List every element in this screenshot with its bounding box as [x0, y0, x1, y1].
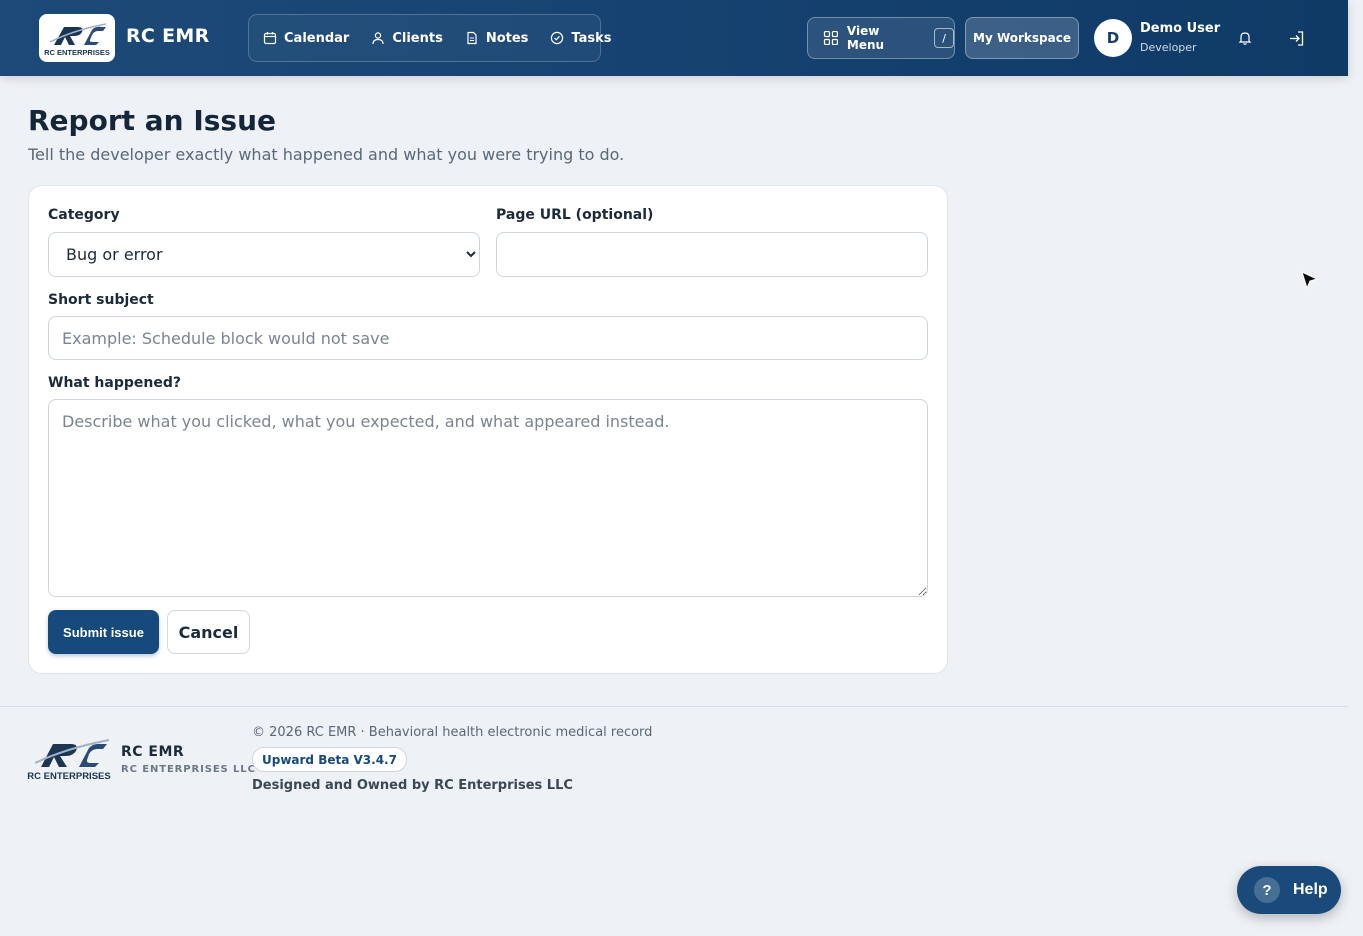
nav-label: Clients: [392, 30, 443, 46]
bell-icon: [1238, 32, 1252, 45]
primary-nav: Calendar Clients Notes Tasks: [248, 14, 612, 62]
nav-label: Tasks: [571, 30, 612, 46]
page-url-label: Page URL (optional): [496, 207, 654, 223]
user-avatar[interactable]: D: [1094, 19, 1132, 57]
submit-issue-button[interactable]: Submit issue: [48, 610, 159, 654]
footer-logo: RC ENTERPRISES: [27, 734, 113, 786]
page-title: Report an Issue: [28, 104, 277, 137]
help-button[interactable]: ? Help: [1237, 866, 1341, 914]
what-happened-textarea[interactable]: [48, 399, 928, 597]
footer-brand: RC EMR: [121, 744, 185, 760]
short-subject-label: Short subject: [48, 292, 154, 308]
svg-text:RC ENTERPRISES: RC ENTERPRISES: [44, 48, 110, 57]
top-nav-bar: RC ENTERPRISES RC EMR Calendar Clients N…: [0, 0, 1348, 76]
app-brand-name: RC EMR: [126, 25, 210, 47]
login-arrow-icon: [1289, 30, 1303, 46]
view-menu-label: View Menu: [846, 24, 885, 52]
rc-logo-icon: RC ENTERPRISES: [44, 23, 110, 57]
nav-calendar[interactable]: Calendar: [263, 31, 349, 46]
user-role: Developer: [1140, 41, 1197, 54]
svg-text:RC ENTERPRISES: RC ENTERPRISES: [27, 771, 110, 782]
question-icon: ?: [1254, 877, 1280, 903]
footer-copyright: © 2026 RC EMR · Behavioral health electr…: [252, 725, 653, 740]
page-subtitle: Tell the developer exactly what happened…: [28, 145, 625, 164]
document-icon: [467, 31, 477, 45]
app-logo[interactable]: RC ENTERPRISES: [39, 14, 115, 62]
category-select[interactable]: Bug or error: [48, 232, 480, 277]
cancel-button[interactable]: Cancel: [167, 610, 250, 654]
nav-clients[interactable]: Clients: [371, 30, 443, 46]
nav-label: Calendar: [284, 30, 350, 46]
footer-divider: [0, 706, 1348, 707]
footer-ownership: Designed and Owned by RC Enterprises LLC: [252, 778, 573, 793]
user-icon: [372, 32, 384, 45]
short-subject-input[interactable]: [48, 316, 928, 360]
page-url-input[interactable]: [496, 232, 928, 277]
grid-icon: [823, 30, 838, 46]
category-label: Category: [48, 207, 120, 223]
keyboard-shortcut-badge: /: [934, 28, 954, 48]
user-name: Demo User: [1140, 21, 1221, 36]
calendar-icon: [263, 32, 277, 45]
nav-tasks[interactable]: Tasks: [550, 30, 612, 46]
what-happened-label: What happened?: [48, 375, 181, 391]
view-menu-button[interactable]: View Menu /: [807, 17, 955, 59]
nav-notes[interactable]: Notes: [465, 30, 529, 46]
sign-out-button[interactable]: [1284, 26, 1308, 50]
notifications-button[interactable]: [1233, 26, 1257, 50]
rc-logo-icon: RC ENTERPRISES: [27, 739, 111, 782]
check-circle-icon: [551, 31, 564, 45]
nav-label: Notes: [485, 30, 529, 46]
footer-company: RC ENTERPRISES LLC: [121, 764, 256, 775]
mouse-cursor-icon: [1301, 271, 1319, 290]
version-badge: Upward Beta V3.4.7: [252, 747, 407, 772]
my-workspace-button[interactable]: My Workspace: [965, 17, 1079, 59]
help-label: Help: [1293, 881, 1328, 898]
